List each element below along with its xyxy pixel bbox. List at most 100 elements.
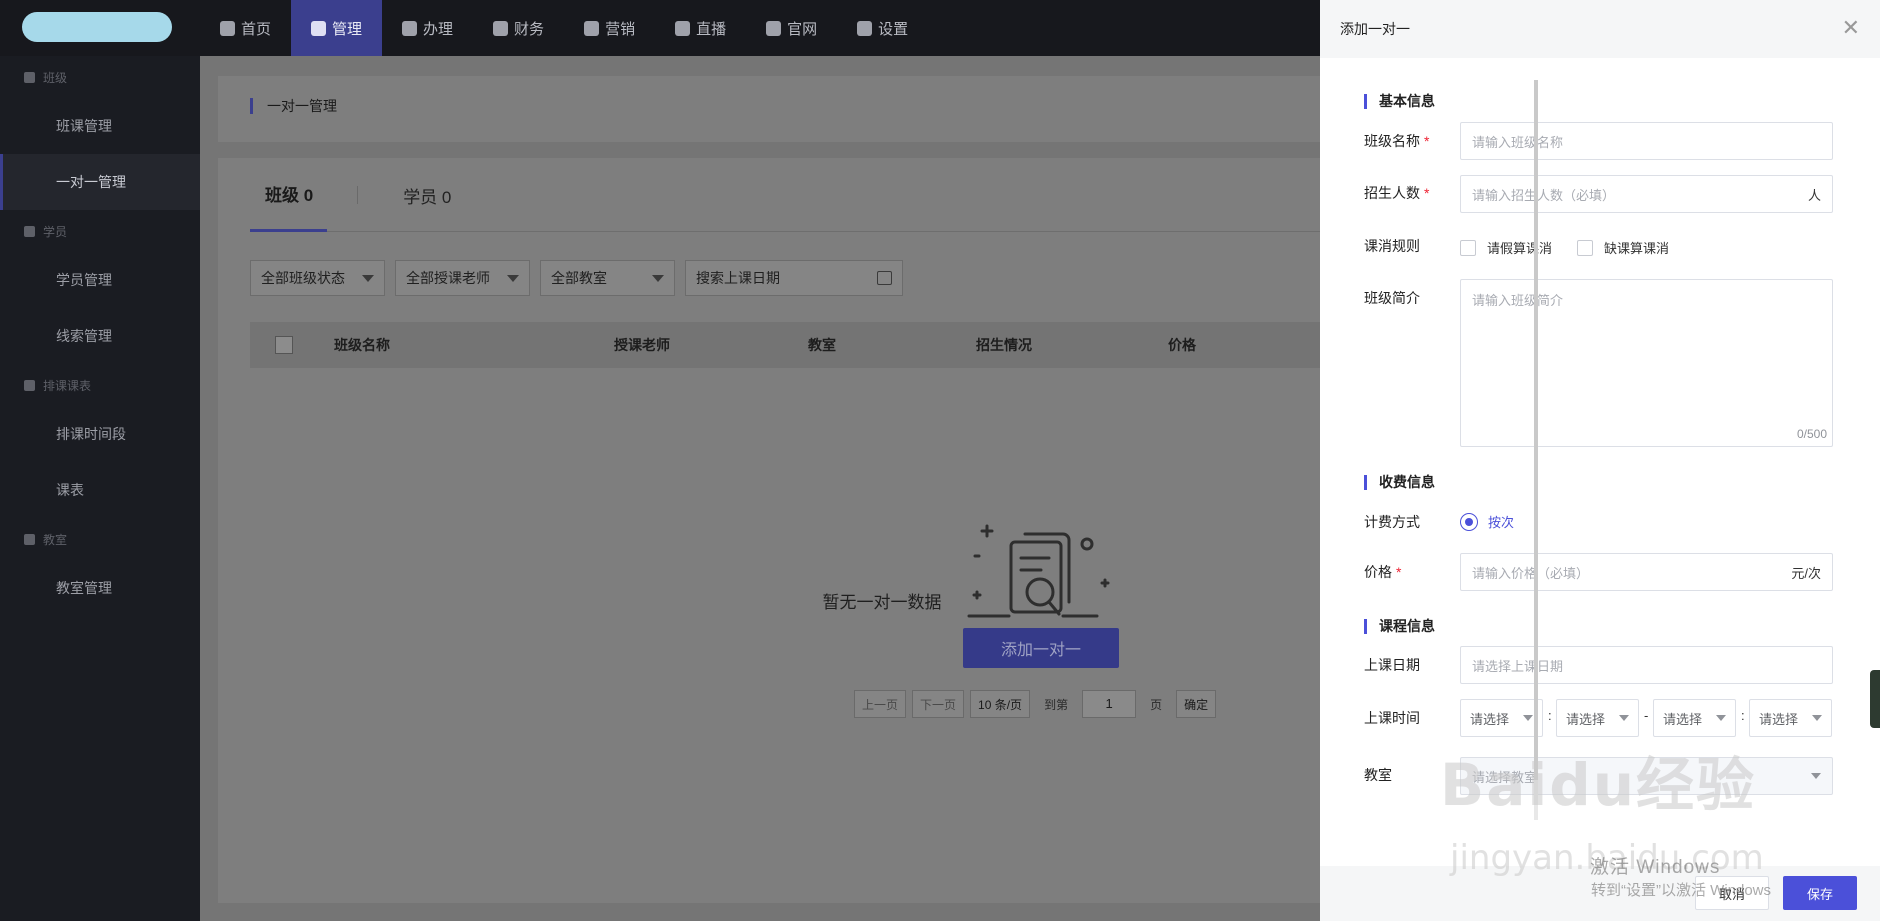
date-search-input[interactable]: 搜索上课日期	[685, 260, 903, 296]
top-nav-menu: 首页 管理 办理 财务 营销 直播 官网 设置	[200, 0, 928, 56]
section-fee-info: 收费信息	[1364, 475, 1435, 490]
col-class-name: 班级名称	[334, 337, 390, 353]
windows-activation-title: 激活 Windows	[1590, 857, 1721, 878]
price-label: 价格 *	[1364, 562, 1401, 582]
sidebar-group-classroom: 教室	[0, 518, 200, 560]
class-name-label: 班级名称 *	[1364, 131, 1429, 151]
drawer-title: 添加一对一	[1340, 21, 1410, 37]
nav-label: 设置	[878, 20, 909, 38]
start-hour-select[interactable]: 请选择	[1460, 699, 1543, 737]
prev-page-button[interactable]: 上一页	[854, 690, 907, 718]
table-header: 班级名称 授课老师 教室 招生情况 价格	[250, 322, 1340, 368]
chevron-down-icon	[1523, 715, 1533, 721]
sidebar-item-leads[interactable]: 线索管理	[0, 308, 200, 364]
group-label: 学员	[43, 224, 68, 239]
select-value: 请选择	[1470, 711, 1510, 727]
billing-per-session-radio[interactable]: 按次	[1460, 512, 1514, 531]
col-enrollment: 招生情况	[976, 337, 1032, 353]
save-button[interactable]: 保存	[1783, 876, 1857, 910]
page-number-input[interactable]: 1	[1082, 690, 1137, 718]
sidebar-item-class-course[interactable]: 班课管理	[0, 98, 200, 154]
page-size-select[interactable]: 10 条/页	[970, 690, 1031, 718]
input-placeholder: 搜索上课日期	[696, 270, 780, 286]
class-icon	[24, 71, 35, 83]
drawer-header: 添加一对一 ✕	[1320, 0, 1880, 58]
drawer-scrollbar[interactable]	[1534, 80, 1538, 820]
nav-website[interactable]: 官网	[746, 0, 837, 56]
nav-finance[interactable]: 财务	[473, 0, 564, 56]
input-placeholder: 请输入价格（必填）	[1472, 565, 1590, 581]
label-text: 班级名称	[1364, 133, 1420, 149]
marketing-icon	[584, 20, 600, 36]
group-label: 排课课表	[43, 378, 92, 393]
door-icon	[24, 533, 35, 545]
required-mark: *	[1396, 564, 1402, 580]
nav-home[interactable]: 首页	[200, 0, 291, 56]
sidebar-item-label: 一对一管理	[56, 174, 126, 190]
sidebar-item-time-slots[interactable]: 排课时间段	[0, 406, 200, 462]
classroom-select[interactable]: 全部教室	[540, 260, 675, 296]
input-placeholder: 请选择上课日期	[1472, 658, 1564, 674]
goto-confirm-button[interactable]: 确定	[1176, 690, 1217, 718]
sidebar-item-label: 班课管理	[56, 118, 112, 134]
nav-live[interactable]: 直播	[655, 0, 746, 56]
class-intro-textarea[interactable]: 请输入班级简介 0/500	[1460, 279, 1833, 447]
sidebar-item-one-on-one[interactable]: 一对一管理	[0, 154, 200, 210]
nav-label: 直播	[696, 20, 727, 38]
select-value: 请选择	[1663, 711, 1703, 727]
class-status-select[interactable]: 全部班级状态	[250, 260, 385, 296]
enroll-count-label: 招生人数 *	[1364, 183, 1429, 203]
radio-label: 按次	[1488, 515, 1515, 530]
nav-manage[interactable]: 管理	[291, 0, 383, 56]
select-all-checkbox[interactable]	[275, 336, 293, 354]
goto-label: 到第	[1044, 697, 1069, 712]
nav-label: 官网	[787, 20, 818, 38]
top-navbar: 首页 管理 办理 财务 营销 直播 官网 设置	[0, 0, 1320, 56]
scrollbar-thumb[interactable]	[1534, 80, 1538, 780]
time-separator: :	[1548, 708, 1552, 723]
teacher-select[interactable]: 全部授课老师	[395, 260, 530, 296]
sidebar-item-classrooms[interactable]: 教室管理	[0, 560, 200, 616]
list-card: 班级 0 学员 0 全部班级状态 全部授课老师 全部教室 搜索上课日期 班级名称…	[218, 158, 1340, 903]
sidebar-item-students[interactable]: 学员管理	[0, 252, 200, 308]
checkbox-label: 缺课算课消	[1604, 241, 1670, 256]
pagination: 上一页 下一页 10 条/页 到第 1 页 确定	[854, 690, 1217, 718]
input-placeholder: 请输入招生人数（必填）	[1472, 187, 1616, 203]
add-one-on-one-button[interactable]: 添加一对一	[963, 628, 1119, 668]
select-value: 请选择	[1566, 711, 1606, 727]
input-suffix: 元/次	[1791, 565, 1821, 581]
absence-counts-checkbox[interactable]: 缺课算课消	[1577, 238, 1669, 257]
next-page-button[interactable]: 下一页	[912, 690, 965, 718]
end-hour-select[interactable]: 请选择	[1653, 699, 1736, 737]
end-minute-select[interactable]: 请选择	[1749, 699, 1832, 737]
nav-handle[interactable]: 办理	[382, 0, 473, 56]
logo[interactable]	[0, 0, 200, 56]
chevron-down-icon	[1812, 715, 1822, 721]
class-name-input[interactable]: 请输入班级名称	[1460, 122, 1833, 160]
sidebar-group-student: 学员	[0, 210, 200, 252]
sidebar-group-class: 班级	[0, 56, 200, 98]
close-icon[interactable]: ✕	[1842, 18, 1860, 40]
start-minute-select[interactable]: 请选择	[1556, 699, 1639, 737]
label-text: 价格	[1364, 564, 1392, 580]
group-label: 教室	[43, 532, 68, 547]
nav-settings[interactable]: 设置	[837, 0, 928, 56]
floating-edge-tab[interactable]	[1870, 670, 1880, 728]
chevron-down-icon	[652, 274, 664, 282]
price-input[interactable]: 请输入价格（必填） 元/次	[1460, 553, 1833, 591]
tab-classes[interactable]: 班级 0	[250, 158, 328, 232]
sidebar-item-label: 线索管理	[56, 328, 112, 344]
class-date-picker[interactable]: 请选择上课日期	[1460, 646, 1833, 684]
nav-label: 营销	[605, 20, 636, 38]
label-text: 招生人数	[1364, 185, 1420, 201]
nav-marketing[interactable]: 营销	[564, 0, 655, 56]
sidebar-item-timetable[interactable]: 课表	[0, 462, 200, 518]
tab-students[interactable]: 学员 0	[388, 158, 465, 232]
enroll-count-input[interactable]: 请输入招生人数（必填） 人	[1460, 175, 1833, 213]
time-separator: :	[1741, 708, 1745, 723]
leave-counts-checkbox[interactable]: 请假算课消	[1460, 238, 1552, 257]
select-value: 请选择	[1759, 711, 1799, 727]
sidebar: 班级 班课管理 一对一管理 学员 学员管理 线索管理 排课课表 排课时间段 课表…	[0, 56, 200, 921]
sidebar-group-schedule: 排课课表	[0, 364, 200, 406]
col-classroom: 教室	[808, 337, 836, 353]
